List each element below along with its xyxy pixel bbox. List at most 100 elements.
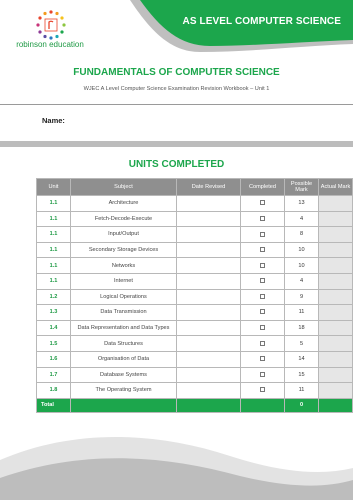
- completed-checkbox[interactable]: [260, 247, 265, 253]
- completed-checkbox[interactable]: [260, 309, 265, 315]
- actual-mark-cell[interactable]: [318, 335, 353, 352]
- completed-checkbox[interactable]: [260, 325, 265, 331]
- date-revised-cell[interactable]: [176, 319, 241, 337]
- date-revised-cell[interactable]: [176, 241, 241, 259]
- actual-mark-cell[interactable]: [318, 304, 353, 321]
- unit-number: 1.5: [36, 335, 71, 352]
- header-date-revised: Date Revised: [176, 178, 241, 196]
- completed-cell[interactable]: [240, 272, 285, 290]
- subject-name: Data Representation and Data Types: [70, 319, 177, 337]
- unit-number: 1.6: [36, 350, 71, 368]
- possible-mark: 13: [284, 195, 319, 212]
- completed-cell[interactable]: [240, 304, 285, 321]
- actual-mark-cell[interactable]: [318, 257, 353, 274]
- unit-number: 1.1: [36, 226, 71, 243]
- table-row: 1.1 Fetch-Decode-Execute 4: [36, 210, 353, 228]
- date-revised-cell[interactable]: [176, 288, 241, 306]
- unit-number: 1.3: [36, 304, 71, 321]
- completed-cell[interactable]: [240, 210, 285, 228]
- table-row: 1.2 Logical Operations 9: [36, 288, 353, 306]
- date-revised-cell[interactable]: [176, 304, 241, 321]
- subject-name: Logical Operations: [70, 288, 177, 306]
- document-subtitle: WJEC A Level Computer Science Examinatio…: [83, 86, 270, 92]
- possible-mark: 9: [284, 288, 319, 306]
- date-revised-cell[interactable]: [176, 272, 241, 290]
- completed-cell[interactable]: [240, 366, 285, 384]
- actual-mark-cell[interactable]: [318, 350, 353, 368]
- total-spacer: [70, 397, 177, 413]
- date-revised-cell[interactable]: [176, 226, 241, 243]
- possible-mark: 11: [284, 382, 319, 399]
- table-row: 1.1 Input/Output 8: [36, 226, 353, 243]
- date-revised-cell[interactable]: [176, 350, 241, 368]
- possible-mark: 4: [284, 210, 319, 228]
- completed-cell[interactable]: [240, 257, 285, 274]
- table-row: 1.1 Internet 4: [36, 272, 353, 290]
- completed-checkbox[interactable]: [260, 340, 265, 346]
- completed-checkbox[interactable]: [260, 371, 265, 377]
- unit-number: 1.8: [36, 382, 71, 399]
- actual-mark-cell[interactable]: [318, 272, 353, 290]
- completed-cell[interactable]: [240, 319, 285, 337]
- completed-checkbox[interactable]: [260, 215, 265, 221]
- actual-mark-cell[interactable]: [318, 366, 353, 384]
- completed-checkbox[interactable]: [260, 278, 265, 284]
- date-revised-cell[interactable]: [176, 366, 241, 384]
- document-title: FUNDAMENTALS OF COMPUTER SCIENCE: [73, 67, 280, 78]
- completed-cell[interactable]: [240, 195, 285, 212]
- header-possible-mark: Possible Mark: [284, 178, 319, 196]
- divider-bar: [0, 141, 353, 147]
- total-actual-cell: [318, 397, 353, 413]
- units-table: Unit Subject Date Revised Completed Poss…: [36, 178, 353, 413]
- subject-name: Networks: [70, 257, 177, 274]
- subject-name: Input/Output: [70, 226, 177, 243]
- total-spacer: [240, 397, 285, 413]
- actual-mark-cell[interactable]: [318, 288, 353, 306]
- completed-checkbox[interactable]: [260, 231, 265, 237]
- header-unit: Unit: [36, 178, 71, 196]
- completed-checkbox[interactable]: [260, 200, 265, 206]
- unit-number: 1.1: [36, 210, 71, 228]
- table-row: 1.1 Networks 10: [36, 257, 353, 274]
- subject-name: Database Systems: [70, 366, 177, 384]
- completed-checkbox[interactable]: [260, 387, 265, 393]
- actual-mark-cell[interactable]: [318, 210, 353, 228]
- unit-number: 1.1: [36, 241, 71, 259]
- possible-mark: 10: [284, 257, 319, 274]
- total-row: Total 0: [36, 397, 353, 413]
- completed-cell[interactable]: [240, 288, 285, 306]
- date-revised-cell[interactable]: [176, 382, 241, 399]
- robinson-education-logo-icon: [36, 10, 66, 40]
- table-row: 1.8 The Operating System 11: [36, 382, 353, 399]
- subject-name: Fetch-Decode-Execute: [70, 210, 177, 228]
- subject-name: Organisation of Data: [70, 350, 177, 368]
- completed-cell[interactable]: [240, 335, 285, 352]
- course-title: AS LEVEL COMPUTER SCIENCE: [182, 16, 341, 27]
- date-revised-cell[interactable]: [176, 210, 241, 228]
- units-heading: UNITS COMPLETED: [128, 159, 225, 170]
- actual-mark-cell[interactable]: [318, 241, 353, 259]
- completed-cell[interactable]: [240, 226, 285, 243]
- actual-mark-cell[interactable]: [318, 319, 353, 337]
- date-revised-cell[interactable]: [176, 335, 241, 352]
- possible-mark: 10: [284, 241, 319, 259]
- completed-checkbox[interactable]: [260, 293, 265, 299]
- table-header-row: Unit Subject Date Revised Completed Poss…: [36, 178, 353, 196]
- completed-cell[interactable]: [240, 382, 285, 399]
- actual-mark-cell[interactable]: [318, 226, 353, 243]
- actual-mark-cell[interactable]: [318, 195, 353, 212]
- completed-cell[interactable]: [240, 350, 285, 368]
- completed-checkbox[interactable]: [260, 356, 265, 362]
- subject-name: The Operating System: [70, 382, 177, 399]
- possible-mark: 4: [284, 272, 319, 290]
- date-revised-cell[interactable]: [176, 257, 241, 274]
- date-revised-cell[interactable]: [176, 195, 241, 212]
- unit-number: 1.1: [36, 195, 71, 212]
- table-row: 1.5 Data Structures 5: [36, 335, 353, 352]
- subject-name: Architecture: [70, 195, 177, 212]
- actual-mark-cell[interactable]: [318, 382, 353, 399]
- subject-name: Data Transmission: [70, 304, 177, 321]
- completed-cell[interactable]: [240, 241, 285, 259]
- footer-wave: [0, 436, 353, 500]
- completed-checkbox[interactable]: [260, 262, 265, 268]
